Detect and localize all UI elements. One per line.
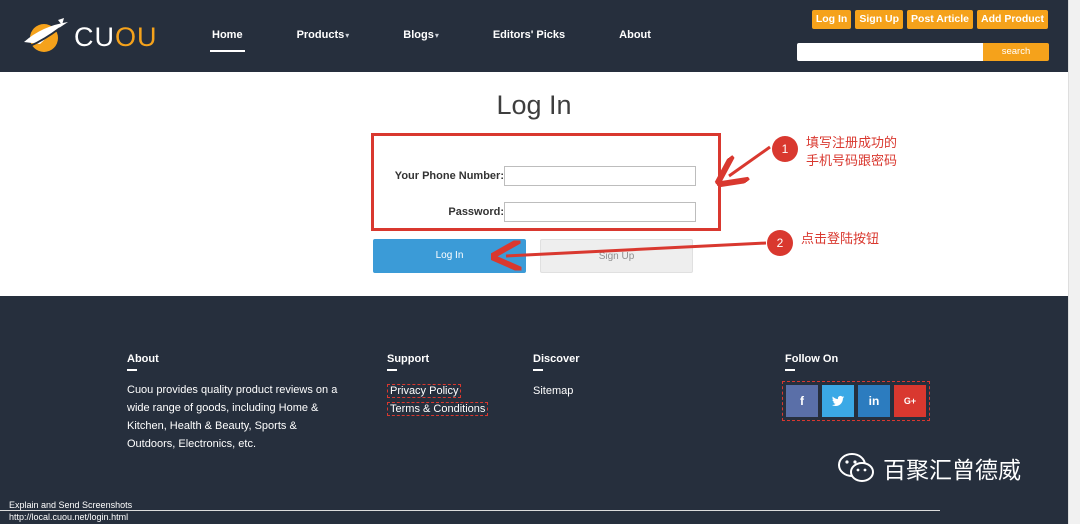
logo-wordmark: CUOU <box>74 22 158 52</box>
phone-input[interactable] <box>504 166 696 186</box>
footer-support-heading: Support <box>387 353 488 371</box>
account-buttons: Log In Sign Up Post Article Add Product <box>811 10 1048 29</box>
wechat-watermark: 百聚汇曾德威 <box>837 451 1021 485</box>
caret-down-icon: ▾ <box>345 31 350 40</box>
watermark-text: 百聚汇曾德威 <box>883 458 1021 484</box>
signup-button[interactable]: Sign Up <box>540 239 693 273</box>
status-url: http://local.cuou.net/login.html <box>9 512 129 522</box>
login-section: Log In Your Phone Number: Password: Log … <box>0 72 1080 296</box>
status-divider <box>0 510 940 511</box>
nav-blogs[interactable]: Blogs▾ <box>389 26 453 48</box>
sitemap-link[interactable]: Sitemap <box>533 385 575 397</box>
footer-support: Support Privacy Policy Terms & Condition… <box>387 353 489 417</box>
footer-discover-heading: Discover <box>533 353 579 371</box>
password-row: Password: <box>376 202 696 222</box>
page-title: Log In <box>496 90 572 120</box>
privacy-policy-link[interactable]: Privacy Policy <box>387 384 462 398</box>
main-nav: Home Products▾ Blogs▾ Editors' Picks Abo… <box>198 26 691 52</box>
add-product-button[interactable]: Add Product <box>977 10 1048 29</box>
footer-about-text: Cuou provides quality product reviews on… <box>127 384 338 450</box>
site-footer: About Cuou provides quality product revi… <box>0 296 1080 524</box>
logo-plane-icon <box>24 18 68 52</box>
post-article-button[interactable]: Post Article <box>907 10 973 29</box>
header-login-button[interactable]: Log In <box>811 10 852 29</box>
wechat-icon <box>838 453 874 482</box>
search-input[interactable] <box>797 43 983 61</box>
twitter-icon[interactable] <box>822 385 854 417</box>
phone-row: Your Phone Number: <box>376 166 696 186</box>
social-links: f in G+ <box>782 381 930 421</box>
header-signup-button[interactable]: Sign Up <box>855 10 904 29</box>
facebook-icon[interactable]: f <box>786 385 818 417</box>
logo[interactable]: CUOU <box>22 14 162 58</box>
vertical-scrollbar[interactable] <box>1068 0 1080 524</box>
footer-follow: Follow On f in G+ <box>782 353 930 421</box>
nav-home[interactable]: Home <box>198 26 257 52</box>
top-header: CUOU Home Products▾ Blogs▾ Editors' Pick… <box>0 0 1080 72</box>
footer-discover: Discover Sitemap <box>533 353 579 399</box>
step-1-note: 填写注册成功的 手机号码跟密码 <box>806 136 898 169</box>
caret-down-icon: ▾ <box>434 31 439 40</box>
login-button[interactable]: Log In <box>373 239 526 273</box>
password-label: Password: <box>448 206 504 218</box>
search-bar: search <box>797 43 1049 61</box>
browser-status-bar: Explain and Send Screenshots http://loca… <box>0 500 1080 524</box>
search-button[interactable]: search <box>983 43 1049 61</box>
credentials-highlight-box: Your Phone Number: Password: <box>371 133 721 231</box>
twitter-bird-icon <box>831 395 845 407</box>
status-tooltip: Explain and Send Screenshots <box>9 500 133 510</box>
step-1-badge: 1 <box>772 136 798 162</box>
linkedin-icon[interactable]: in <box>858 385 890 417</box>
nav-about[interactable]: About <box>605 26 665 48</box>
footer-about-heading: About <box>127 353 342 371</box>
google-plus-icon[interactable]: G+ <box>894 385 926 417</box>
step-2-note: 点击登陆按钮 <box>801 232 880 247</box>
nav-products[interactable]: Products▾ <box>283 26 364 48</box>
footer-follow-heading: Follow On <box>785 353 930 371</box>
step-2-badge: 2 <box>767 230 793 256</box>
footer-about: About Cuou provides quality product revi… <box>127 353 342 453</box>
nav-editors-picks[interactable]: Editors' Picks <box>479 26 579 48</box>
phone-label: Your Phone Number: <box>394 170 504 182</box>
password-input[interactable] <box>504 202 696 222</box>
terms-conditions-link[interactable]: Terms & Conditions <box>387 402 489 416</box>
